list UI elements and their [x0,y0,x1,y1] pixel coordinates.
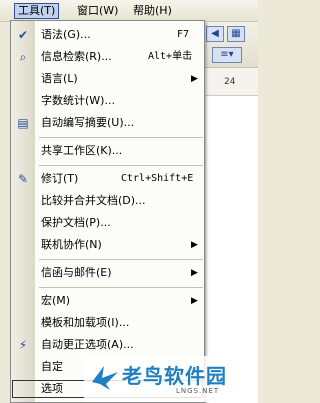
line-spacing-icon[interactable]: ≡▾ [212,47,242,63]
formatting-toolbar: ◀ ▦ ≡▾ [200,22,258,68]
research-icon: ⌕ [19,50,27,64]
autosummarize-icon: ▤ [17,116,29,130]
menu-separator [39,287,203,288]
menu-item-online-collaboration[interactable]: 联机协作(N) ▶ [11,235,204,255]
menu-item-track-changes[interactable]: ✎ 修订(T) Ctrl+Shift+E [11,169,204,189]
submenu-arrow-icon: ▶ [191,74,198,84]
abc-check-icon: ✔ [17,28,29,42]
menu-item-autosummarize[interactable]: ▤ 自动编写摘要(U)... [11,113,204,133]
menu-item-autocorrect-options[interactable]: ⚡ 自动更正选项(A)... [11,335,204,355]
watermark-subtitle: LNGS.NET [176,387,220,395]
toolbar-button-icon[interactable]: ◀ [206,26,224,42]
bird-logo-icon [92,366,118,390]
menu-item-protect-document[interactable]: 保护文档(P)... [11,213,204,233]
menu-help[interactable]: 帮助(H) [130,3,175,19]
document-area: ◀ ▦ ≡▾ 24 [200,22,258,403]
submenu-arrow-icon: ▶ [191,268,198,278]
menu-item-language[interactable]: 语言(L) ▶ [11,69,204,89]
menu-tools[interactable]: 工具(T) [14,3,60,19]
menu-separator [39,259,203,260]
autocorrect-icon: ⚡ [18,338,28,352]
toolbar-button-icon[interactable]: ▦ [227,26,245,42]
menu-item-templates-addins[interactable]: 模板和加载项(I)... [11,313,204,333]
submenu-arrow-icon: ▶ [191,296,198,306]
watermark-title: 老鸟软件园 [122,364,227,388]
ruler: 24 [200,68,258,96]
menu-item-letters-mailings[interactable]: 信函与邮件(E) ▶ [11,263,204,283]
menu-separator [39,165,203,166]
submenu-arrow-icon: ▶ [191,240,198,250]
track-changes-icon: ✎ [17,172,29,186]
menu-item-grammar[interactable]: ✔ 语法(G)... F7 [11,25,204,45]
menu-item-research[interactable]: ⌕ 信息检索(R)... Alt+单击 [11,47,204,67]
menu-item-word-count[interactable]: 字数统计(W)... [11,91,204,111]
menu-window[interactable]: 窗口(W) [74,3,121,19]
menu-item-shared-workspace[interactable]: 共享工作区(K)... [11,141,204,161]
menu-bar: 工具(T) 窗口(W) 帮助(H) [0,0,258,22]
watermark-logo: 老鸟软件园 LNGS.NET [84,356,258,402]
menu-separator [39,137,203,138]
menu-item-compare-merge[interactable]: 比较并合并文档(D)... [11,191,204,211]
menu-item-macro[interactable]: 宏(M) ▶ [11,291,204,311]
tools-dropdown-menu: ✔ 语法(G)... F7 ⌕ 信息检索(R)... Alt+单击 语言(L) … [10,20,205,403]
ruler-number: 24 [224,77,236,87]
